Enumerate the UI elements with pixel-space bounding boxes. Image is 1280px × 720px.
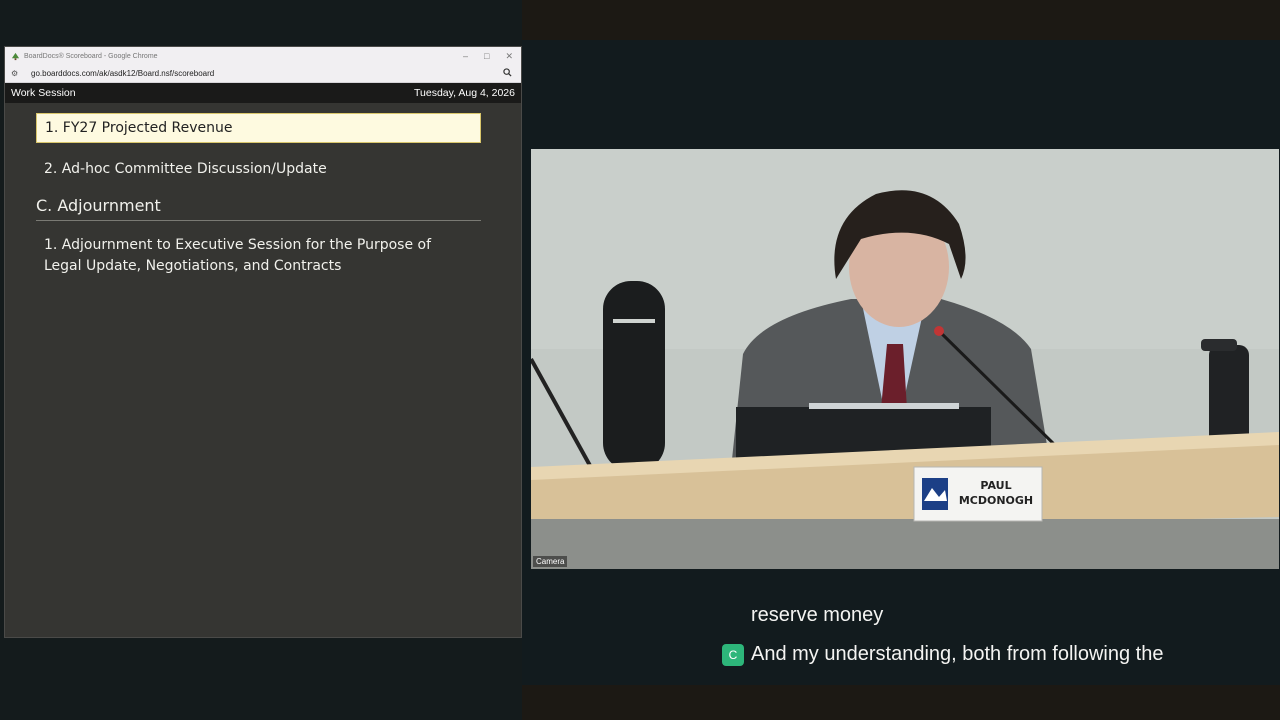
minimize-icon[interactable]: – [463,51,468,61]
window-title: BoardDocs® Scoreboard - Google Chrome [24,52,158,60]
caption-text: And my understanding, both from followin… [751,643,1164,665]
video-frame: PAUL MCDONOGH [531,149,1279,569]
agenda-list: 1. FY27 Projected Revenue 2. Ad-hoc Comm… [5,113,521,277]
site-settings-icon[interactable]: ⚙ [11,69,25,78]
browser-titlebar[interactable]: BoardDocs® Scoreboard - Google Chrome – … [5,47,521,65]
meeting-date: Tuesday, Aug 4, 2026 [414,87,515,99]
maximize-icon[interactable]: □ [484,51,489,61]
camera-video-feed: PAUL MCDONOGH [531,149,1279,569]
camera-label: Camera [533,556,568,567]
browser-window: BoardDocs® Scoreboard - Google Chrome – … [4,46,522,638]
nameplate-last-name: MCDONOGH [959,494,1033,507]
scoreboard-header: Work Session Tuesday, Aug 4, 2026 [5,83,521,103]
speaker-badge: C [722,643,744,666]
tower-speaker [603,281,665,471]
zoom-icon[interactable] [503,68,512,77]
caption-line: C And my understanding, both from follow… [722,643,1163,666]
close-icon[interactable]: ✕ [505,51,513,62]
caption-line: reserve money [751,604,884,626]
nameplate-first-name: PAUL [980,479,1011,492]
meeting-type: Work Session [11,87,76,99]
agenda-item[interactable]: 1. Adjournment to Executive Session for … [36,235,446,277]
agenda-item-active[interactable]: 1. FY27 Projected Revenue [36,113,481,143]
agenda-item[interactable]: 2. Ad-hoc Committee Discussion/Update [36,159,481,180]
agenda-section-heading[interactable]: C. Adjournment [36,196,481,221]
address-bar[interactable]: ⚙ go.boarddocs.com/ak/asdk12/Board.nsf/s… [5,65,521,83]
url-text[interactable]: go.boarddocs.com/ak/asdk12/Board.nsf/sco… [31,69,214,78]
boarddocs-logo-icon [11,52,20,60]
